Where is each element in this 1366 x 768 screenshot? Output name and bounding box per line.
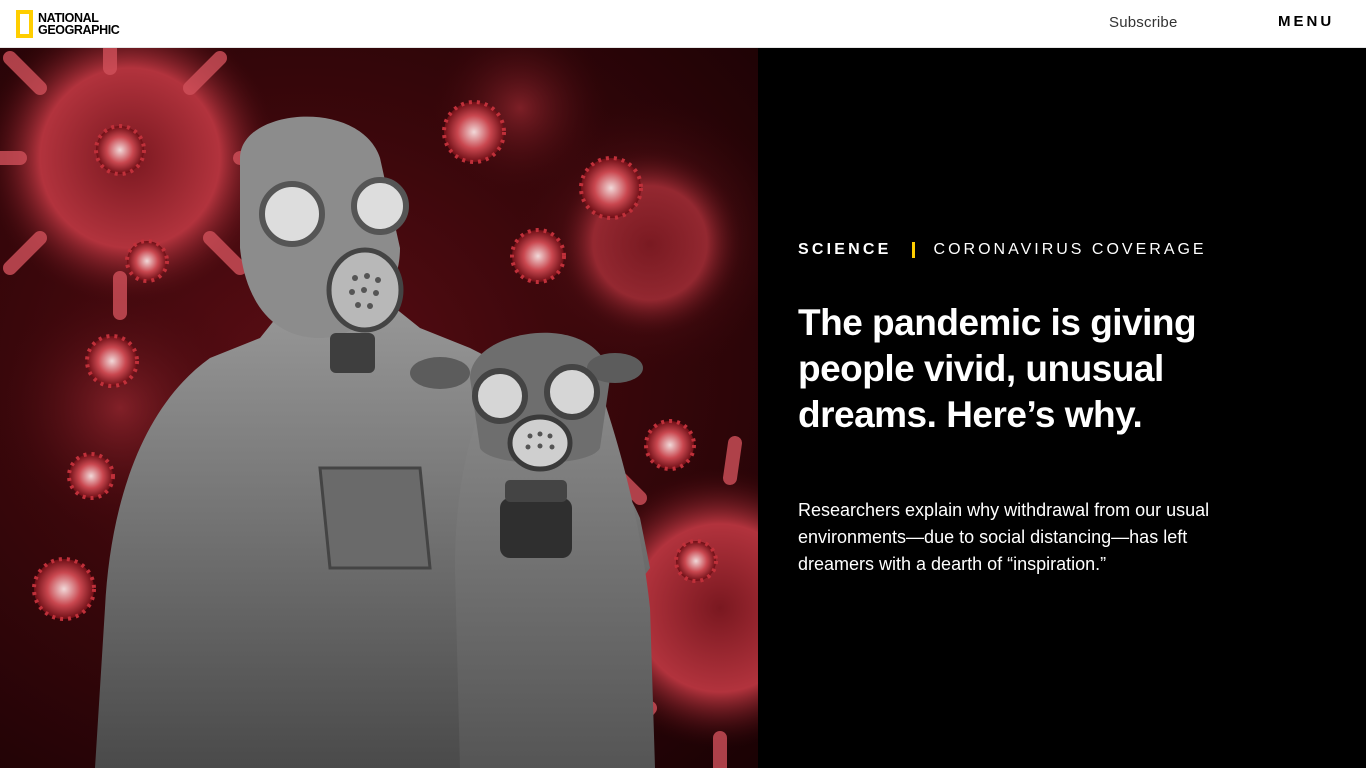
article-kicker: SCIENCE CORONAVIRUS COVERAGE xyxy=(798,241,1207,259)
article-headline: The pandemic is giving people vivid, unu… xyxy=(798,302,1197,435)
kicker-divider xyxy=(911,242,915,258)
yellow-border-icon xyxy=(16,10,33,38)
article-intro-panel: SCIENCE CORONAVIRUS COVERAGE The pandemi… xyxy=(758,48,1366,768)
menu-button[interactable]: MENU xyxy=(1278,13,1334,30)
logo-wordmark: NATIONAL GEOGRAPHIC xyxy=(38,12,120,37)
section-link[interactable]: SCIENCE xyxy=(798,241,892,259)
logo-line-2: GEOGRAPHIC xyxy=(38,23,120,37)
top-navigation-bar: NATIONAL GEOGRAPHIC Subscribe MENU xyxy=(0,0,1366,48)
series-link[interactable]: CORONAVIRUS COVERAGE xyxy=(934,241,1207,259)
article-dek: Researchers explain why withdrawal from … xyxy=(798,500,1210,574)
hero-image xyxy=(0,48,758,768)
national-geographic-logo[interactable]: NATIONAL GEOGRAPHIC xyxy=(16,8,120,40)
subscribe-link[interactable]: Subscribe xyxy=(1109,14,1178,31)
hero-illustration xyxy=(0,48,758,768)
